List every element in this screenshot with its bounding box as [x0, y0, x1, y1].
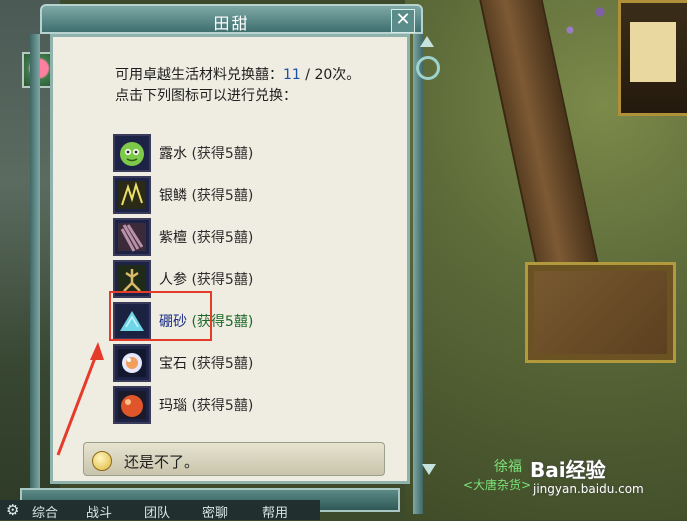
watermark-url: jingyan.baidu.com — [533, 482, 644, 496]
annotation-arrow-icon — [56, 342, 104, 456]
gear-icon[interactable]: ⚙ — [6, 501, 19, 519]
tab-private[interactable]: 密聊 — [202, 502, 228, 521]
tab-combat[interactable]: 战斗 — [86, 502, 112, 521]
tab-general[interactable]: 综合 — [32, 502, 58, 521]
npc-name[interactable]: 徐福 — [478, 456, 538, 476]
tab-team[interactable]: 团队 — [144, 502, 170, 521]
watermark-brand: Bai经验 — [530, 458, 606, 482]
chat-tab-bar: ⚙ 综合 战斗 团队 密聊 帮用 — [0, 500, 320, 521]
tab-guild[interactable]: 帮用 — [262, 502, 288, 521]
npc-shop-title: <大唐杂货> — [463, 478, 532, 492]
